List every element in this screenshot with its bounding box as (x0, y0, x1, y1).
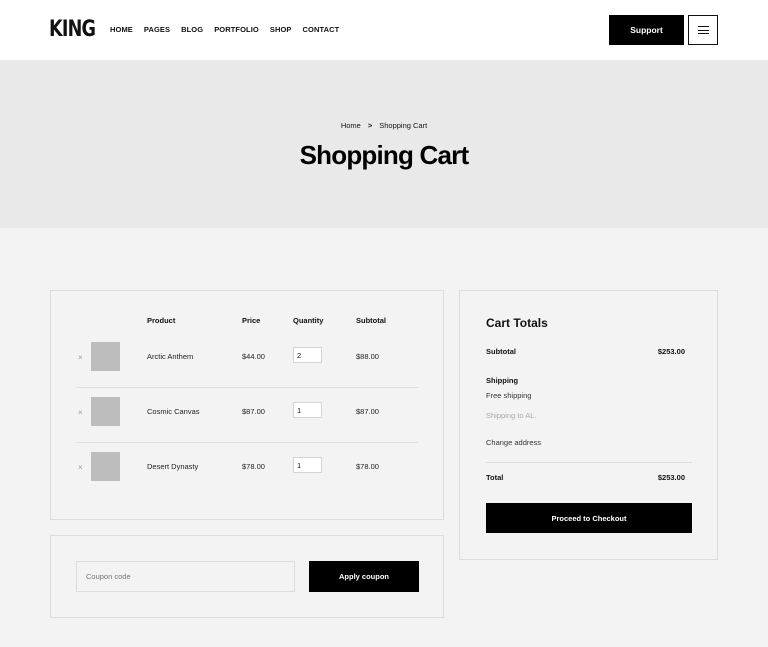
coupon-input[interactable] (76, 561, 295, 592)
shipping-destination: Shipping to AL. (486, 411, 537, 420)
breadcrumb-home[interactable]: Home (341, 121, 361, 130)
nav-portfolio[interactable]: PORTFOLIO (214, 25, 259, 34)
cart-totals: Cart Totals Subtotal $253.00 Shipping Fr… (459, 290, 718, 560)
totals-divider (486, 462, 692, 463)
header-product: Product (147, 316, 176, 325)
cart-totals-title: Cart Totals (486, 316, 548, 330)
product-price: $78.00 (242, 462, 265, 471)
product-name[interactable]: Desert Dynasty (147, 462, 198, 471)
quantity-input[interactable]: 2 (293, 347, 322, 363)
page-hero: Home > Shopping Cart Shopping Cart (0, 60, 768, 228)
shipping-method: Free shipping (486, 391, 532, 400)
nav-blog[interactable]: BLOG (181, 25, 203, 34)
product-subtotal: $88.00 (356, 352, 379, 361)
total-value: $253.00 (657, 473, 685, 482)
product-price: $87.00 (242, 407, 265, 416)
cart-row: × Desert Dynasty $78.00 1 $78.00 (76, 443, 418, 498)
remove-icon[interactable]: × (78, 463, 83, 472)
hamburger-icon-line (697, 33, 709, 34)
quantity-input[interactable]: 1 (293, 402, 322, 418)
header-quantity: Quantity (293, 316, 324, 325)
remove-icon[interactable]: × (78, 408, 83, 417)
remove-icon[interactable]: × (78, 353, 83, 362)
apply-coupon-button[interactable]: Apply coupon (309, 561, 419, 592)
product-thumbnail[interactable] (91, 452, 120, 481)
product-name[interactable]: Cosmic Canvas (147, 407, 200, 416)
cart-row: × Cosmic Canvas $87.00 1 $87.00 (76, 388, 418, 443)
chevron-right-icon: > (367, 121, 373, 130)
product-subtotal: $78.00 (356, 462, 379, 471)
change-address-link[interactable]: Change address (486, 438, 541, 447)
quantity-input[interactable]: 1 (293, 457, 322, 473)
site-header: KING HOME PAGES BLOG PORTFOLIO SHOP CONT… (0, 0, 768, 60)
hamburger-icon (697, 26, 709, 27)
support-button[interactable]: Support (609, 15, 684, 45)
product-subtotal: $87.00 (356, 407, 379, 416)
cart-row: × Arctic Anthem $44.00 2 $88.00 (76, 333, 418, 388)
site-logo[interactable]: KING (49, 17, 96, 42)
main-nav: HOME PAGES BLOG PORTFOLIO SHOP CONTACT (110, 25, 350, 34)
cart-table: Product Price Quantity Subtotal × Arctic… (50, 290, 444, 520)
header-price: Price (242, 316, 261, 325)
nav-shop[interactable]: SHOP (270, 25, 292, 34)
nav-pages[interactable]: PAGES (144, 25, 170, 34)
nav-contact[interactable]: CONTACT (303, 25, 340, 34)
product-price: $44.00 (242, 352, 265, 361)
product-thumbnail[interactable] (91, 397, 120, 426)
subtotal-value: $253.00 (657, 347, 685, 356)
menu-button[interactable] (688, 15, 718, 45)
product-thumbnail[interactable] (91, 342, 120, 371)
coupon-section: Apply coupon (50, 535, 444, 618)
proceed-to-checkout-button[interactable]: Proceed to Checkout (486, 503, 692, 533)
shipping-label: Shipping (486, 376, 519, 385)
product-name[interactable]: Arctic Anthem (147, 352, 193, 361)
breadcrumb: Home > Shopping Cart (0, 121, 768, 130)
page-title: Shopping Cart (299, 140, 470, 170)
breadcrumb-current: Shopping Cart (379, 121, 428, 130)
hamburger-icon-line (697, 29, 709, 31)
nav-home[interactable]: HOME (110, 25, 133, 34)
total-label: Total (486, 473, 504, 482)
subtotal-label: Subtotal (486, 347, 516, 356)
header-subtotal: Subtotal (356, 316, 386, 325)
